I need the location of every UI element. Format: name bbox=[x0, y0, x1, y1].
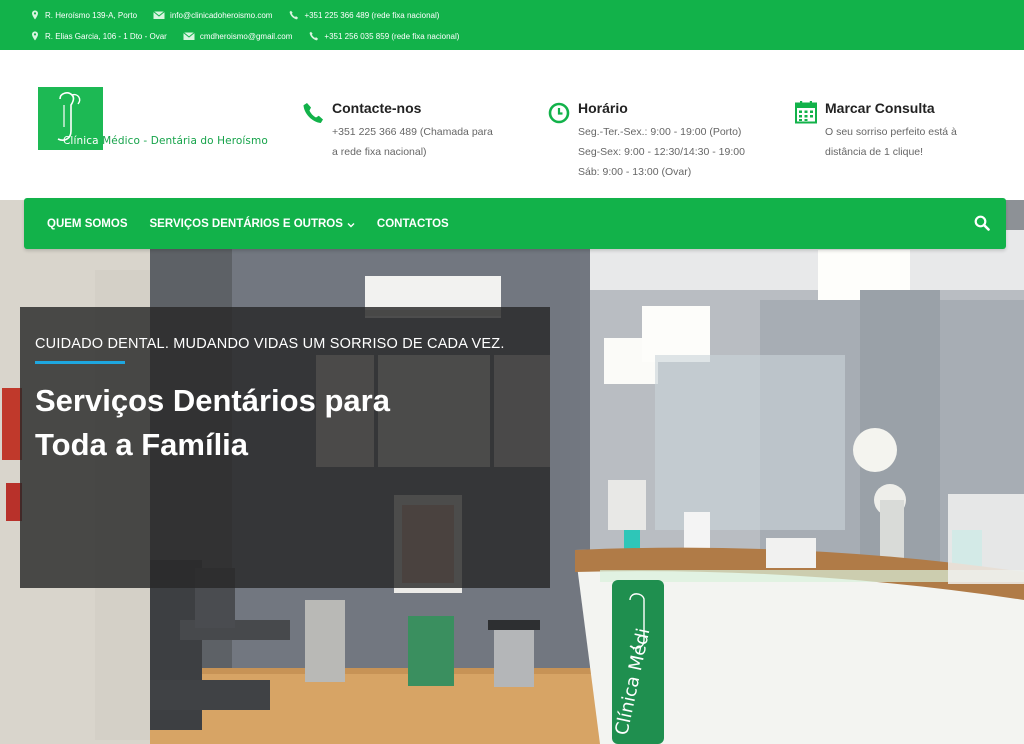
email-ovar-text[interactable]: cmdheroismo@gmail.com bbox=[200, 32, 293, 41]
hero-title-line-2: Toda a Família bbox=[35, 427, 249, 462]
chevron-down-icon bbox=[347, 220, 355, 228]
booking-title[interactable]: Marcar Consulta bbox=[825, 100, 957, 116]
booking-line-1: O seu sorriso perfeito está à bbox=[825, 126, 957, 138]
envelope-icon bbox=[183, 31, 195, 41]
phone-porto-text[interactable]: +351 225 366 489 (rede fixa nacional) bbox=[304, 11, 439, 20]
contact-title: Contacte-nos bbox=[332, 100, 422, 116]
nav-servicos-label[interactable]: SERVIÇOS DENTÁRIOS E OUTROS bbox=[150, 218, 343, 230]
booking-info-block[interactable]: Marcar Consulta O seu sorriso perfeito e… bbox=[795, 100, 957, 162]
map-pin-icon bbox=[30, 10, 40, 20]
phone-icon bbox=[289, 10, 299, 20]
phone-icon bbox=[309, 31, 319, 41]
address-porto: R. Heroísmo 139-A, Porto bbox=[30, 10, 137, 20]
email-ovar[interactable]: cmdheroismo@gmail.com bbox=[183, 31, 293, 41]
contact-line-2: a rede fixa nacional) bbox=[332, 146, 427, 158]
hours-line-2: Seg-Sex: 9:00 - 12:30/14:30 - 19:00 bbox=[578, 146, 745, 158]
hero-tagline: CUIDADO DENTAL. MUDANDO VIDAS UM SORRISO… bbox=[35, 336, 505, 352]
address-porto-text: R. Heroísmo 139-A, Porto bbox=[45, 10, 138, 20]
contact-info-block: Contacte-nos +351 225 366 489 (Chamada p… bbox=[302, 100, 493, 162]
clock-icon bbox=[548, 100, 570, 124]
address-ovar: R. Elias Garcia, 106 - 1 Dto - Ovar bbox=[30, 31, 167, 41]
address-ovar-text: R. Elias Garcia, 106 - 1 Dto - Ovar bbox=[45, 31, 167, 41]
hero-title: Serviços Dentários para Toda a Família bbox=[35, 379, 515, 467]
hours-line-1: Seg.-Ter.-Sex.: 9:00 - 19:00 (Porto) bbox=[578, 126, 742, 138]
site-logo[interactable]: Clínica Médico - Dentária do Heroísmo bbox=[38, 87, 268, 150]
nav-quem-somos[interactable]: QUEM SOMOS bbox=[47, 218, 128, 230]
main-navigation: QUEM SOMOS SERVIÇOS DENTÁRIOS E OUTROS C… bbox=[24, 198, 1006, 249]
contact-line-1: +351 225 366 489 (Chamada para bbox=[332, 126, 493, 138]
site-header: Clínica Médico - Dentária do Heroísmo Co… bbox=[0, 50, 1024, 200]
calendar-icon bbox=[795, 100, 817, 124]
phone-porto[interactable]: +351 225 366 489 (rede fixa nacional) bbox=[289, 10, 439, 20]
nav-servicos-dentarios[interactable]: SERVIÇOS DENTÁRIOS E OUTROS bbox=[150, 218, 355, 230]
search-icon[interactable] bbox=[974, 215, 990, 231]
hours-line-3: Sáb: 9:00 - 13:00 (Ovar) bbox=[578, 166, 692, 178]
phone-icon bbox=[302, 100, 324, 124]
hours-title: Horário bbox=[578, 100, 628, 116]
email-porto[interactable]: info@clinicadoheroismo.com bbox=[153, 10, 272, 20]
nav-contactos[interactable]: CONTACTOS bbox=[377, 218, 449, 230]
hours-info-block: Horário Seg.-Ter.-Sex.: 9:00 - 19:00 (Po… bbox=[548, 100, 745, 182]
phone-ovar-text[interactable]: +351 256 035 859 (rede fixa nacional) bbox=[324, 32, 459, 41]
hero-title-line-1: Serviços Dentários para bbox=[35, 383, 390, 418]
hero-caption-box: CUIDADO DENTAL. MUDANDO VIDAS UM SORRISO… bbox=[20, 307, 550, 588]
logo-wordmark: Clínica Médico - Dentária do Heroísmo bbox=[63, 135, 268, 147]
email-porto-text[interactable]: info@clinicadoheroismo.com bbox=[170, 11, 272, 20]
envelope-icon bbox=[153, 10, 165, 20]
top-contact-bar: R. Heroísmo 139-A, Porto info@clinicadoh… bbox=[0, 0, 1024, 50]
phone-ovar[interactable]: +351 256 035 859 (rede fixa nacional) bbox=[309, 31, 459, 41]
logo-word-rest: Médico - Dentária do Heroísmo bbox=[98, 135, 268, 147]
logo-word-clinica: Clínica bbox=[63, 135, 99, 147]
booking-line-2: distância de 1 clique! bbox=[825, 146, 924, 158]
map-pin-icon bbox=[30, 31, 40, 41]
hero-accent-bar bbox=[35, 361, 125, 364]
